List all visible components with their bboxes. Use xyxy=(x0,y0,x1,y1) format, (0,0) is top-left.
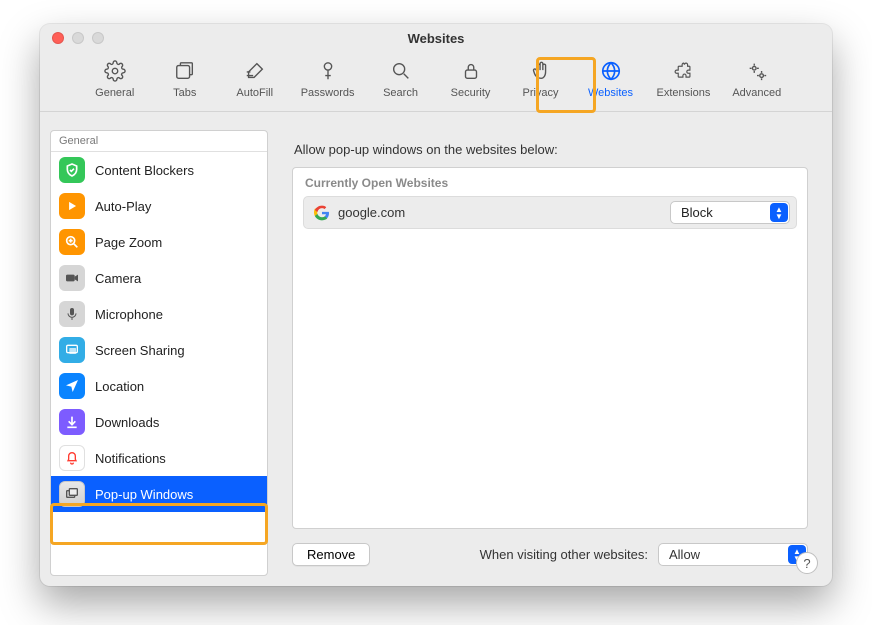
sidebar-item-label: Content Blockers xyxy=(95,163,194,178)
tab-label: Privacy xyxy=(522,87,558,99)
toolbar: General Tabs AutoFill Passwords Search xyxy=(40,52,832,112)
traffic-lights xyxy=(40,32,104,44)
play-icon xyxy=(59,193,85,219)
location-icon xyxy=(59,373,85,399)
sidebar-item-page-zoom[interactable]: Page Zoom xyxy=(51,224,267,260)
pencil-icon xyxy=(242,58,268,84)
titlebar: Websites xyxy=(40,24,832,52)
content-area: General Content Blockers Auto-Play xyxy=(40,120,832,586)
site-setting-select[interactable]: Block ▲▼ xyxy=(670,201,790,224)
tab-tabs[interactable]: Tabs xyxy=(159,56,211,101)
sidebar-list: Content Blockers Auto-Play Page Zoom xyxy=(51,152,267,575)
gears-icon xyxy=(744,58,770,84)
tab-autofill[interactable]: AutoFill xyxy=(229,56,281,101)
shield-check-icon xyxy=(59,157,85,183)
sidebar-item-content-blockers[interactable]: Content Blockers xyxy=(51,152,267,188)
tab-general[interactable]: General xyxy=(89,56,141,101)
tab-label: Passwords xyxy=(301,87,355,99)
maximize-button[interactable] xyxy=(92,32,104,44)
sidebar-item-camera[interactable]: Camera xyxy=(51,260,267,296)
tab-websites[interactable]: Websites xyxy=(585,56,637,101)
key-icon xyxy=(315,58,341,84)
tab-security[interactable]: Security xyxy=(445,56,497,101)
site-setting-value: Block xyxy=(670,201,790,224)
window-title: Websites xyxy=(40,31,832,46)
tabs-icon xyxy=(172,58,198,84)
microphone-icon xyxy=(59,301,85,327)
sidebar-item-microphone[interactable]: Microphone xyxy=(51,296,267,332)
popup-windows-icon xyxy=(59,481,85,507)
tab-label: Search xyxy=(383,87,418,99)
tab-passwords[interactable]: Passwords xyxy=(299,56,357,101)
tab-label: Tabs xyxy=(173,87,196,99)
puzzle-icon xyxy=(670,58,696,84)
sidebar-item-label: Pop-up Windows xyxy=(95,487,193,502)
sidebar-item-label: Microphone xyxy=(95,307,163,322)
sidebar-item-auto-play[interactable]: Auto-Play xyxy=(51,188,267,224)
gear-icon xyxy=(102,58,128,84)
zoom-icon xyxy=(59,229,85,255)
sidebar-section-header: General xyxy=(51,131,267,152)
remove-button[interactable]: Remove xyxy=(292,543,370,566)
other-websites-value: Allow xyxy=(658,543,808,566)
other-websites-label: When visiting other websites: xyxy=(480,547,648,562)
site-row[interactable]: google.com Block ▲▼ xyxy=(303,196,797,229)
sidebar: General Content Blockers Auto-Play xyxy=(50,130,268,576)
sidebar-item-popup-windows[interactable]: Pop-up Windows xyxy=(51,476,267,512)
search-icon xyxy=(388,58,414,84)
help-button[interactable]: ? xyxy=(796,552,818,574)
tab-search[interactable]: Search xyxy=(375,56,427,101)
sidebar-item-label: Notifications xyxy=(95,451,166,466)
sites-group-header: Currently Open Websites xyxy=(293,168,807,196)
panel-heading: Allow pop-up windows on the websites bel… xyxy=(294,142,808,157)
footer-row: Remove When visiting other websites: All… xyxy=(292,543,808,566)
bell-icon xyxy=(59,445,85,471)
sidebar-item-location[interactable]: Location xyxy=(51,368,267,404)
tab-extensions[interactable]: Extensions xyxy=(655,56,713,101)
sidebar-item-label: Downloads xyxy=(95,415,159,430)
sites-table: Currently Open Websites google.com Block… xyxy=(292,167,808,529)
close-button[interactable] xyxy=(52,32,64,44)
preferences-window: Websites General Tabs AutoFill Passwords xyxy=(40,24,832,586)
sidebar-item-label: Screen Sharing xyxy=(95,343,185,358)
lock-icon xyxy=(458,58,484,84)
sidebar-item-label: Auto-Play xyxy=(95,199,151,214)
tab-label: Websites xyxy=(588,87,633,99)
tab-label: Security xyxy=(451,87,491,99)
sidebar-item-label: Location xyxy=(95,379,144,394)
other-websites-select[interactable]: Allow ▲▼ xyxy=(658,543,808,566)
download-icon xyxy=(59,409,85,435)
tab-label: Extensions xyxy=(657,87,711,99)
site-domain: google.com xyxy=(338,205,405,220)
sidebar-item-screen-sharing[interactable]: Screen Sharing xyxy=(51,332,267,368)
tab-advanced[interactable]: Advanced xyxy=(730,56,783,101)
minimize-button[interactable] xyxy=(72,32,84,44)
other-websites-control: When visiting other websites: Allow ▲▼ xyxy=(480,543,808,566)
sidebar-item-label: Camera xyxy=(95,271,141,286)
sidebar-item-label: Page Zoom xyxy=(95,235,162,250)
camera-icon xyxy=(59,265,85,291)
sidebar-item-notifications[interactable]: Notifications xyxy=(51,440,267,476)
screen-share-icon xyxy=(59,337,85,363)
globe-icon xyxy=(598,58,624,84)
site-identity: google.com xyxy=(314,205,405,221)
hand-icon xyxy=(528,58,554,84)
main-panel: Allow pop-up windows on the websites bel… xyxy=(278,130,822,576)
tab-privacy[interactable]: Privacy xyxy=(515,56,567,101)
sidebar-item-downloads[interactable]: Downloads xyxy=(51,404,267,440)
tab-label: General xyxy=(95,87,134,99)
google-favicon-icon xyxy=(314,205,330,221)
tab-label: AutoFill xyxy=(236,87,273,99)
tab-label: Advanced xyxy=(732,87,781,99)
